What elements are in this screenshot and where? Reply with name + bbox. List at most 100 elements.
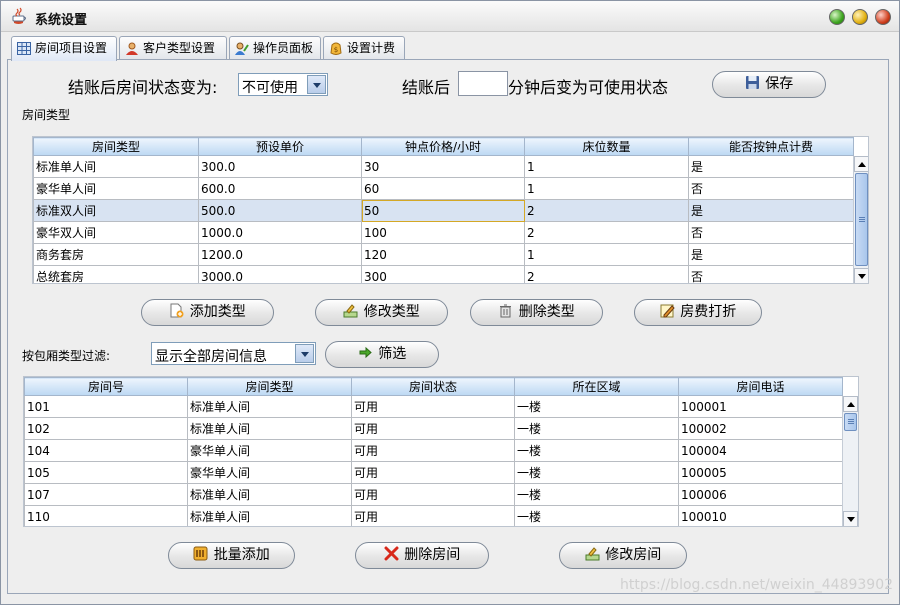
table-cell[interactable]: 107 bbox=[24, 483, 188, 506]
room-types-table[interactable]: 房间类型 预设单价 钟点价格/小时 床位数量 能否按钟点计费 标准单人间 300… bbox=[32, 136, 869, 284]
table-row[interactable]: 104 豪华单人间 可用 一楼 100004 bbox=[24, 439, 843, 462]
table-cell[interactable]: 可用 bbox=[351, 439, 515, 462]
column-header[interactable]: 房间类型 bbox=[33, 137, 199, 156]
table-cell[interactable]: 1 bbox=[524, 243, 689, 266]
filter-select[interactable]: 显示全部房间信息 bbox=[151, 342, 316, 365]
table-cell[interactable]: 1000.0 bbox=[198, 221, 362, 244]
rooms-scrollbar[interactable] bbox=[842, 396, 858, 526]
scroll-thumb[interactable] bbox=[844, 413, 857, 431]
table-cell[interactable]: 3000.0 bbox=[198, 265, 362, 283]
table-cell[interactable]: 100005 bbox=[678, 461, 843, 484]
table-cell[interactable]: 105 bbox=[24, 461, 188, 484]
table-cell[interactable]: 豪华单人间 bbox=[33, 177, 199, 200]
scroll-down-icon[interactable] bbox=[854, 268, 868, 283]
save-button[interactable]: 保存 bbox=[712, 71, 826, 98]
table-row[interactable]: 102 标准单人间 可用 一楼 100002 bbox=[24, 417, 843, 440]
column-header[interactable]: 所在区域 bbox=[514, 377, 679, 396]
table-cell[interactable]: 是 bbox=[688, 155, 854, 178]
table-cell[interactable]: 可用 bbox=[351, 395, 515, 418]
table-cell[interactable]: 300.0 bbox=[198, 155, 362, 178]
table-row[interactable]: 豪华单人间 600.0 60 1 否 bbox=[33, 177, 854, 200]
delete-room-button[interactable]: 删除房间 bbox=[355, 542, 489, 569]
table-cell[interactable]: 600.0 bbox=[198, 177, 362, 200]
table-cell[interactable]: 一楼 bbox=[514, 395, 679, 418]
table-cell[interactable]: 标准单人间 bbox=[187, 505, 352, 526]
tab-billing[interactable]: $ 设置计费 bbox=[323, 36, 405, 60]
table-cell[interactable]: 1 bbox=[524, 155, 689, 178]
table-cell[interactable]: 104 bbox=[24, 439, 188, 462]
selected-table-row[interactable]: 标准双人间 500.0 50 2 是 bbox=[33, 199, 854, 222]
edit-room-button[interactable]: 修改房间 bbox=[559, 542, 687, 569]
batch-add-button[interactable]: 批量添加 bbox=[168, 542, 295, 569]
title-bar[interactable]: 系统设置 bbox=[1, 1, 899, 32]
table-cell[interactable]: 可用 bbox=[351, 461, 515, 484]
tab-customer-types[interactable]: 客户类型设置 bbox=[119, 36, 227, 60]
table-cell[interactable]: 60 bbox=[361, 177, 525, 200]
column-header[interactable]: 房间类型 bbox=[187, 377, 352, 396]
column-header[interactable]: 床位数量 bbox=[524, 137, 689, 156]
filter-button[interactable]: 筛选 bbox=[325, 341, 439, 368]
table-cell[interactable]: 110 bbox=[24, 505, 188, 526]
table-cell[interactable]: 豪华双人间 bbox=[33, 221, 199, 244]
checkout-status-select[interactable]: 不可使用 bbox=[238, 73, 328, 96]
scroll-down-icon[interactable] bbox=[843, 511, 858, 526]
table-cell[interactable]: 总统套房 bbox=[33, 265, 199, 283]
table-cell[interactable]: 可用 bbox=[351, 417, 515, 440]
table-cell[interactable]: 标准单人间 bbox=[187, 417, 352, 440]
minutes-input[interactable] bbox=[458, 71, 508, 96]
table-cell[interactable]: 120 bbox=[361, 243, 525, 266]
table-row[interactable]: 豪华双人间 1000.0 100 2 否 bbox=[33, 221, 854, 244]
table-row[interactable]: 标准单人间 300.0 30 1 是 bbox=[33, 155, 854, 178]
table-row[interactable]: 110 标准单人间 可用 一楼 100010 bbox=[24, 505, 843, 526]
minimize-button[interactable] bbox=[829, 9, 845, 25]
add-type-button[interactable]: 添加类型 bbox=[141, 299, 274, 326]
column-header[interactable]: 能否按钟点计费 bbox=[688, 137, 854, 156]
table-cell[interactable]: 500.0 bbox=[198, 199, 362, 222]
table-cell[interactable]: 否 bbox=[688, 265, 854, 283]
scroll-up-icon[interactable] bbox=[854, 156, 868, 172]
table-cell[interactable]: 300 bbox=[361, 265, 525, 283]
table-cell[interactable]: 100 bbox=[361, 221, 525, 244]
room-types-scrollbar[interactable] bbox=[853, 156, 868, 283]
table-cell[interactable]: 101 bbox=[24, 395, 188, 418]
table-cell[interactable]: 是 bbox=[688, 199, 854, 222]
discount-button[interactable]: 房费打折 bbox=[634, 299, 762, 326]
table-cell[interactable]: 1 bbox=[524, 177, 689, 200]
table-cell[interactable]: 1200.0 bbox=[198, 243, 362, 266]
table-cell[interactable]: 102 bbox=[24, 417, 188, 440]
table-row[interactable]: 101 标准单人间 可用 一楼 100001 bbox=[24, 395, 843, 418]
maximize-button[interactable] bbox=[852, 9, 868, 25]
rooms-table[interactable]: 房间号 房间类型 房间状态 所在区域 房间电话 101 标准单人间 可用 一楼 … bbox=[23, 376, 859, 527]
table-cell[interactable]: 30 bbox=[361, 155, 525, 178]
column-header[interactable]: 房间号 bbox=[24, 377, 188, 396]
table-row[interactable]: 105 豪华单人间 可用 一楼 100005 bbox=[24, 461, 843, 484]
focused-table-cell[interactable]: 50 bbox=[361, 199, 525, 222]
table-cell[interactable]: 可用 bbox=[351, 505, 515, 526]
column-header[interactable]: 预设单价 bbox=[198, 137, 362, 156]
scroll-thumb[interactable] bbox=[855, 173, 868, 266]
table-cell[interactable]: 100002 bbox=[678, 417, 843, 440]
edit-type-button[interactable]: 修改类型 bbox=[315, 299, 448, 326]
tab-operator-panel[interactable]: 操作员面板 bbox=[229, 36, 321, 60]
table-cell[interactable]: 商务套房 bbox=[33, 243, 199, 266]
table-cell[interactable]: 一楼 bbox=[514, 483, 679, 506]
column-header[interactable]: 房间状态 bbox=[351, 377, 515, 396]
table-cell[interactable]: 是 bbox=[688, 243, 854, 266]
tab-room-settings[interactable]: 房间项目设置 bbox=[11, 36, 117, 61]
table-cell[interactable]: 2 bbox=[524, 221, 689, 244]
table-cell[interactable]: 标准单人间 bbox=[187, 483, 352, 506]
chevron-down-icon[interactable] bbox=[295, 344, 314, 363]
table-cell[interactable]: 标准双人间 bbox=[33, 199, 199, 222]
table-cell[interactable]: 100006 bbox=[678, 483, 843, 506]
table-cell[interactable]: 2 bbox=[524, 265, 689, 283]
table-cell[interactable]: 2 bbox=[524, 199, 689, 222]
close-button[interactable] bbox=[875, 9, 891, 25]
table-cell[interactable]: 标准单人间 bbox=[33, 155, 199, 178]
scroll-up-icon[interactable] bbox=[843, 396, 858, 412]
table-row[interactable]: 总统套房 3000.0 300 2 否 bbox=[33, 265, 854, 283]
table-cell[interactable]: 100004 bbox=[678, 439, 843, 462]
table-cell[interactable]: 标准单人间 bbox=[187, 395, 352, 418]
table-row[interactable]: 商务套房 1200.0 120 1 是 bbox=[33, 243, 854, 266]
table-cell[interactable]: 一楼 bbox=[514, 505, 679, 526]
table-cell[interactable]: 可用 bbox=[351, 483, 515, 506]
